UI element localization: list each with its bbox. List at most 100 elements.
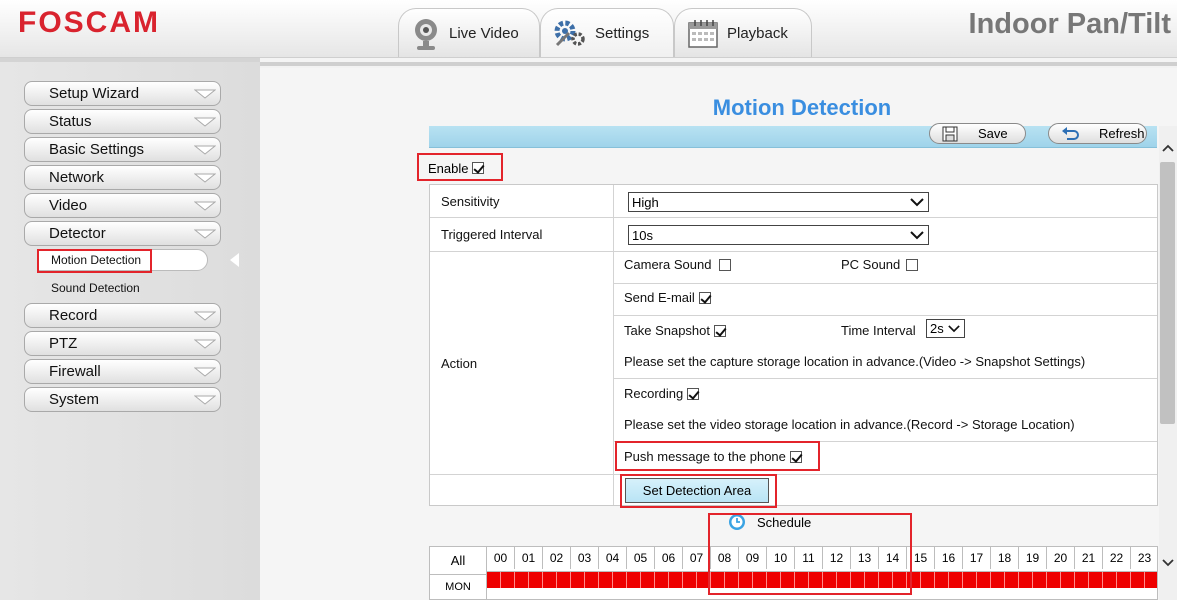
schedule-hour-header[interactable]: 04 (599, 547, 627, 569)
schedule-slot[interactable] (1019, 572, 1033, 588)
send-email-checkbox[interactable] (698, 291, 711, 304)
sidebar-item-ptz[interactable]: PTZ (24, 331, 221, 356)
schedule-hour-header[interactable]: 16 (935, 547, 963, 569)
schedule-slot[interactable] (1145, 572, 1157, 588)
schedule-slot[interactable] (837, 572, 851, 588)
schedule-slot[interactable] (977, 572, 991, 588)
schedule-hour-header[interactable]: 05 (627, 547, 655, 569)
schedule-slot[interactable] (949, 572, 963, 588)
schedule-slot[interactable] (655, 572, 669, 588)
schedule-slot[interactable] (543, 572, 557, 588)
camera-sound-checkbox[interactable] (719, 258, 732, 271)
schedule-slot[interactable] (571, 572, 585, 588)
schedule-hour-header[interactable]: 09 (739, 547, 767, 569)
tab-live-video[interactable]: Live Video (398, 8, 540, 57)
schedule-slot[interactable] (879, 572, 893, 588)
schedule-slot[interactable] (865, 572, 879, 588)
sidebar-subitem-sound-detection[interactable]: Sound Detection (51, 277, 140, 299)
sidebar-item-video[interactable]: Video (24, 193, 221, 218)
sidebar-item-network[interactable]: Network (24, 165, 221, 190)
schedule-slot[interactable] (781, 572, 795, 588)
time-interval-select[interactable]: 2s (926, 319, 965, 338)
sidebar-item-setup-wizard[interactable]: Setup Wizard (24, 81, 221, 106)
sidebar-item-status[interactable]: Status (24, 109, 221, 134)
sidebar-item-detector[interactable]: Detector (24, 221, 221, 246)
push-message-checkbox[interactable] (789, 450, 802, 463)
schedule-slot[interactable] (1089, 572, 1103, 588)
schedule-slot[interactable] (501, 572, 515, 588)
schedule-hour-header[interactable]: 15 (907, 547, 935, 569)
tab-settings[interactable]: Settings (540, 8, 674, 57)
schedule-hour-header[interactable]: 10 (767, 547, 795, 569)
schedule-slot[interactable] (669, 572, 683, 588)
schedule-hour-header[interactable]: 14 (879, 547, 907, 569)
schedule-slot[interactable] (613, 572, 627, 588)
schedule-slot[interactable] (683, 572, 697, 588)
pc-sound-checkbox[interactable] (906, 258, 919, 271)
sidebar-subitem-motion-detection[interactable]: Motion Detection (38, 249, 208, 271)
schedule-hour-header[interactable]: 22 (1103, 547, 1131, 569)
schedule-hour-header[interactable]: 18 (991, 547, 1019, 569)
sidebar-item-firewall[interactable]: Firewall (24, 359, 221, 384)
schedule-hour-header[interactable]: 00 (487, 547, 515, 569)
schedule-slot[interactable] (697, 572, 711, 588)
schedule-slot[interactable] (935, 572, 949, 588)
scroll-up-icon[interactable] (1160, 140, 1176, 156)
schedule-slot[interactable] (767, 572, 781, 588)
triggered-interval-select[interactable]: 10s (628, 225, 929, 245)
schedule-slot[interactable] (753, 572, 767, 588)
enable-checkbox[interactable] (472, 162, 485, 174)
schedule-hour-header[interactable]: 07 (683, 547, 711, 569)
schedule-slot[interactable] (599, 572, 613, 588)
schedule-hour-header[interactable]: 12 (823, 547, 851, 569)
scroll-down-icon[interactable] (1160, 555, 1176, 571)
schedule-slot[interactable] (529, 572, 543, 588)
schedule-hour-header[interactable]: 02 (543, 547, 571, 569)
schedule-slot[interactable] (851, 572, 865, 588)
schedule-slot[interactable] (921, 572, 935, 588)
schedule-hour-header[interactable]: 23 (1131, 547, 1157, 569)
schedule-slot[interactable] (1117, 572, 1131, 588)
schedule-slot[interactable] (1075, 572, 1089, 588)
refresh-button[interactable]: Refresh (1048, 123, 1147, 144)
sidebar-item-system[interactable]: System (24, 387, 221, 412)
set-detection-area-button[interactable]: Set Detection Area (625, 478, 769, 503)
schedule-slot[interactable] (585, 572, 599, 588)
save-button[interactable]: Save (929, 123, 1026, 144)
schedule-slot[interactable] (515, 572, 529, 588)
schedule-slot[interactable] (1061, 572, 1075, 588)
schedule-slot[interactable] (809, 572, 823, 588)
schedule-slot[interactable] (1005, 572, 1019, 588)
schedule-slot[interactable] (1131, 572, 1145, 588)
schedule-slot[interactable] (907, 572, 921, 588)
schedule-hour-header[interactable]: 01 (515, 547, 543, 569)
schedule-hour-header[interactable]: 19 (1019, 547, 1047, 569)
schedule-hour-header[interactable]: 13 (851, 547, 879, 569)
schedule-slot[interactable] (725, 572, 739, 588)
schedule-slot[interactable] (1103, 572, 1117, 588)
schedule-slot[interactable] (991, 572, 1005, 588)
schedule-slot[interactable] (963, 572, 977, 588)
schedule-all-button[interactable]: All (430, 547, 487, 574)
schedule-slot[interactable] (795, 572, 809, 588)
sidebar-item-basic-settings[interactable]: Basic Settings (24, 137, 221, 162)
tab-playback[interactable]: Playback (674, 8, 812, 57)
schedule-slot[interactable] (1033, 572, 1047, 588)
recording-checkbox[interactable] (687, 387, 700, 400)
schedule-slot[interactable] (893, 572, 907, 588)
schedule-hour-header[interactable]: 08 (711, 547, 739, 569)
take-snapshot-checkbox[interactable] (714, 324, 727, 337)
sidebar-item-record[interactable]: Record (24, 303, 221, 328)
schedule-slot[interactable] (641, 572, 655, 588)
schedule-hour-header[interactable]: 17 (963, 547, 991, 569)
sensitivity-select[interactable]: High (628, 192, 929, 212)
schedule-slot[interactable] (627, 572, 641, 588)
schedule-hour-header[interactable]: 11 (795, 547, 823, 569)
schedule-slot[interactable] (739, 572, 753, 588)
schedule-hour-header[interactable]: 06 (655, 547, 683, 569)
scrollbar-thumb[interactable] (1160, 162, 1175, 424)
schedule-hour-header[interactable]: 21 (1075, 547, 1103, 569)
schedule-hour-header[interactable]: 20 (1047, 547, 1075, 569)
schedule-slot[interactable] (487, 572, 501, 588)
schedule-slot[interactable] (557, 572, 571, 588)
